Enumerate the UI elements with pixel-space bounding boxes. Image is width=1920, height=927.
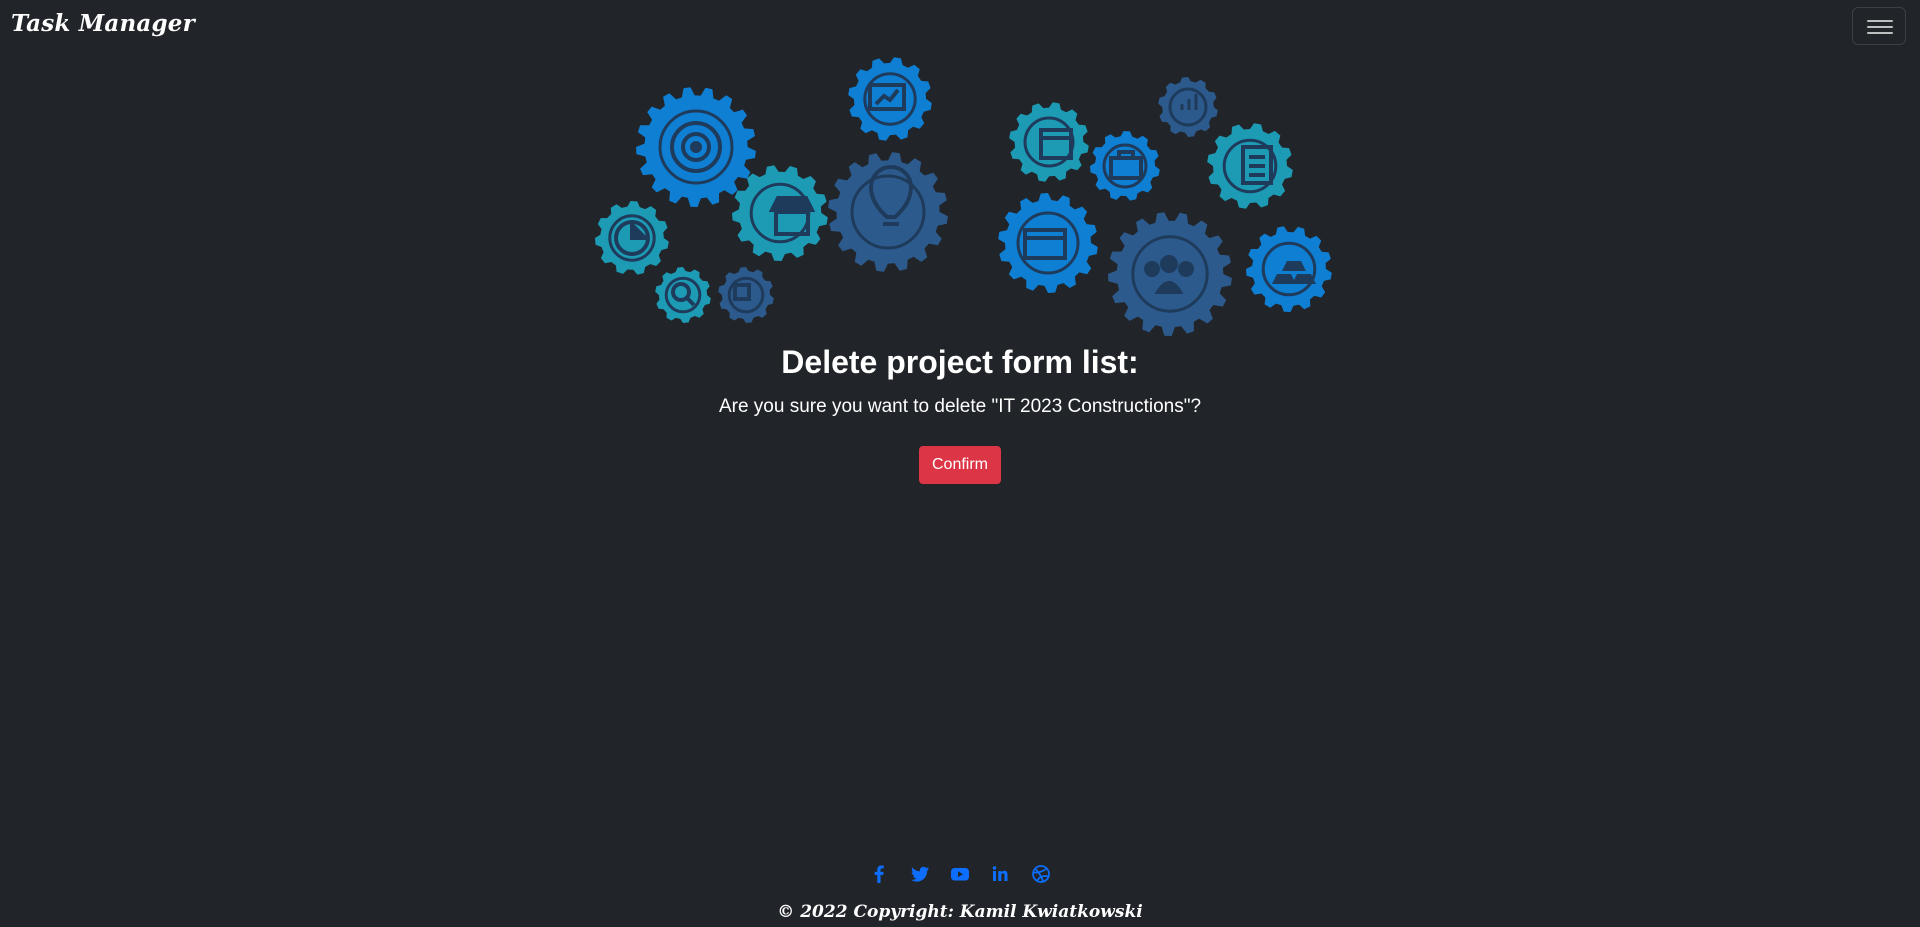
gear-shape	[655, 267, 711, 323]
page-title: Delete project form list:	[781, 344, 1139, 380]
gear-shape	[1108, 212, 1232, 336]
linkedin-icon[interactable]	[989, 864, 1011, 884]
facebook-icon[interactable]	[868, 864, 890, 884]
social-links	[0, 864, 1920, 886]
gear-shape	[998, 193, 1098, 293]
dribbble-icon[interactable]	[1030, 864, 1052, 884]
confirm-button[interactable]: Confirm	[919, 446, 1001, 484]
confirmation-question: Are you sure you want to delete "IT 2023…	[718, 396, 1202, 417]
navbar: Task Manager	[0, 0, 1920, 52]
youtube-icon[interactable]	[949, 864, 971, 884]
gear-shape	[718, 267, 774, 323]
gear-shape	[1009, 102, 1089, 182]
twitter-icon[interactable]	[909, 864, 931, 884]
brand-title[interactable]: Task Manager	[11, 10, 195, 37]
menu-toggle-button[interactable]	[1852, 7, 1906, 45]
gear-shape	[1090, 131, 1160, 201]
gear-shape	[828, 152, 948, 272]
gears-illustration	[595, 57, 1332, 336]
copyright-text: © 2022 Copyright: Kamil Kwiatkowski	[777, 902, 1143, 922]
